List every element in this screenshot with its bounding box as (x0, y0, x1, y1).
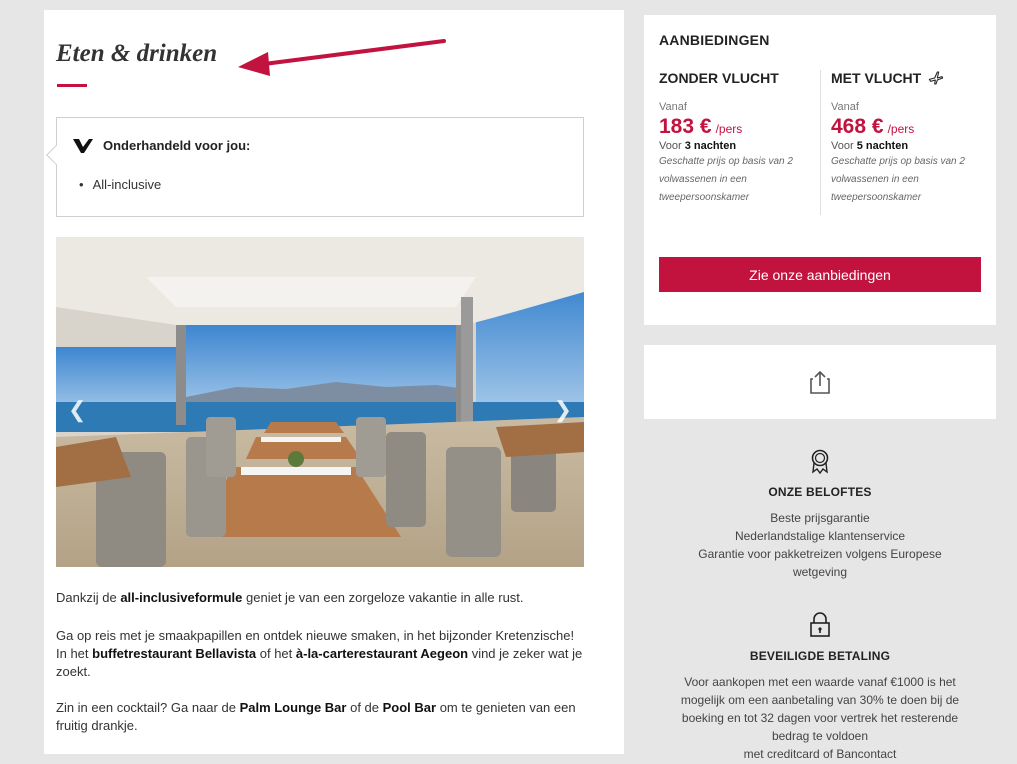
offer-per: /pers (887, 122, 915, 136)
payment-title: BEVEILIGDE BETALING (749, 649, 891, 663)
paragraph-bars: Zin in een cocktail? Ga naar de Palm Lou… (56, 700, 576, 733)
payment-line: boeking en tot 32 dagen voor vertrek het… (681, 711, 959, 725)
lock-icon (810, 612, 830, 637)
promises-title: ONZE BELOFTES (768, 485, 872, 499)
deal-list: All-inclusive (79, 177, 162, 192)
payment-line: mogelijk om een aanbetaling van 30% te d… (680, 693, 960, 707)
secure-payment-section: BEVEILIGDE BETALING Voor aankopen met ee… (644, 612, 996, 763)
restaurant-photo[interactable]: ❮ ❯ (56, 237, 584, 567)
payment-line: bedrag te voldoen (771, 729, 869, 743)
offer-note: Geschatte prijs op basis van 2 volwassen… (831, 156, 965, 203)
offer-nights: Voor 5 nachten (831, 140, 909, 152)
offers-card: AANBIEDINGEN ZONDER VLUCHT Vanaf 183 € /… (644, 15, 996, 325)
annotation-arrow (238, 39, 446, 76)
award-ribbon-icon (811, 449, 829, 475)
promises-section: ONZE BELOFTES Beste prijsgarantie Nederl… (644, 448, 996, 581)
title-underline (57, 84, 87, 87)
negotiated-deal-box: Onderhandeld voor jou: All-inclusive (46, 117, 584, 217)
offer-from-label: Vanaf (659, 101, 687, 113)
offer-note: Geschatte prijs op basis van 2 volwassen… (659, 156, 793, 203)
section-title: Eten & drinken (56, 40, 218, 67)
airplane-icon (929, 71, 944, 85)
deal-item: All-inclusive (79, 177, 162, 192)
offer-nights: Voor 3 nachten (659, 140, 737, 152)
chevron-right-icon[interactable]: ❯ (554, 397, 572, 423)
offers-title: AANBIEDINGEN (659, 32, 770, 48)
v-logo-icon (73, 138, 93, 153)
promise-line: wetgeving (792, 565, 848, 579)
offer-no-flight-title: ZONDER VLUCHT (659, 70, 779, 86)
offer-with-flight-title: MET VLUCHT (831, 70, 991, 86)
offer-from-label: Vanaf (831, 101, 859, 113)
offer-per: /pers (715, 122, 743, 136)
see-offers-button[interactable]: Zie onze aanbiedingen (659, 257, 981, 292)
payment-line: met creditcard of Bancontact (743, 747, 897, 761)
promise-line: Nederlandstalige klantenservice (734, 529, 906, 543)
promise-line: Beste prijsgarantie (770, 511, 870, 525)
offer-no-flight: ZONDER VLUCHT Vanaf 183 € /pers Voor 3 n… (659, 70, 819, 207)
promise-line: Garantie voor pakketreizen volgens Europ… (698, 547, 942, 561)
paragraph-all-inclusive: Dankzij de all-inclusiveformule geniet j… (56, 590, 524, 605)
content-card: Eten & drinken Onderhandeld voor jou: Al… (44, 10, 624, 754)
offer-price: 183 € (659, 115, 712, 138)
paragraph-restaurants: Ga op reis met je smaakpapillen en ontde… (56, 628, 583, 679)
share-icon[interactable] (808, 369, 832, 395)
offer-price: 468 € (831, 115, 884, 138)
deal-title: Onderhandeld voor jou: (103, 138, 251, 153)
chevron-left-icon[interactable]: ❮ (68, 397, 86, 423)
share-card (644, 345, 996, 419)
payment-line: Voor aankopen met een waarde vanaf €1000… (684, 675, 956, 689)
offer-with-flight: MET VLUCHT Vanaf 468 € /pers Voor 5 nach… (831, 70, 991, 207)
offer-divider (820, 70, 821, 215)
restaurant-image (56, 237, 584, 567)
